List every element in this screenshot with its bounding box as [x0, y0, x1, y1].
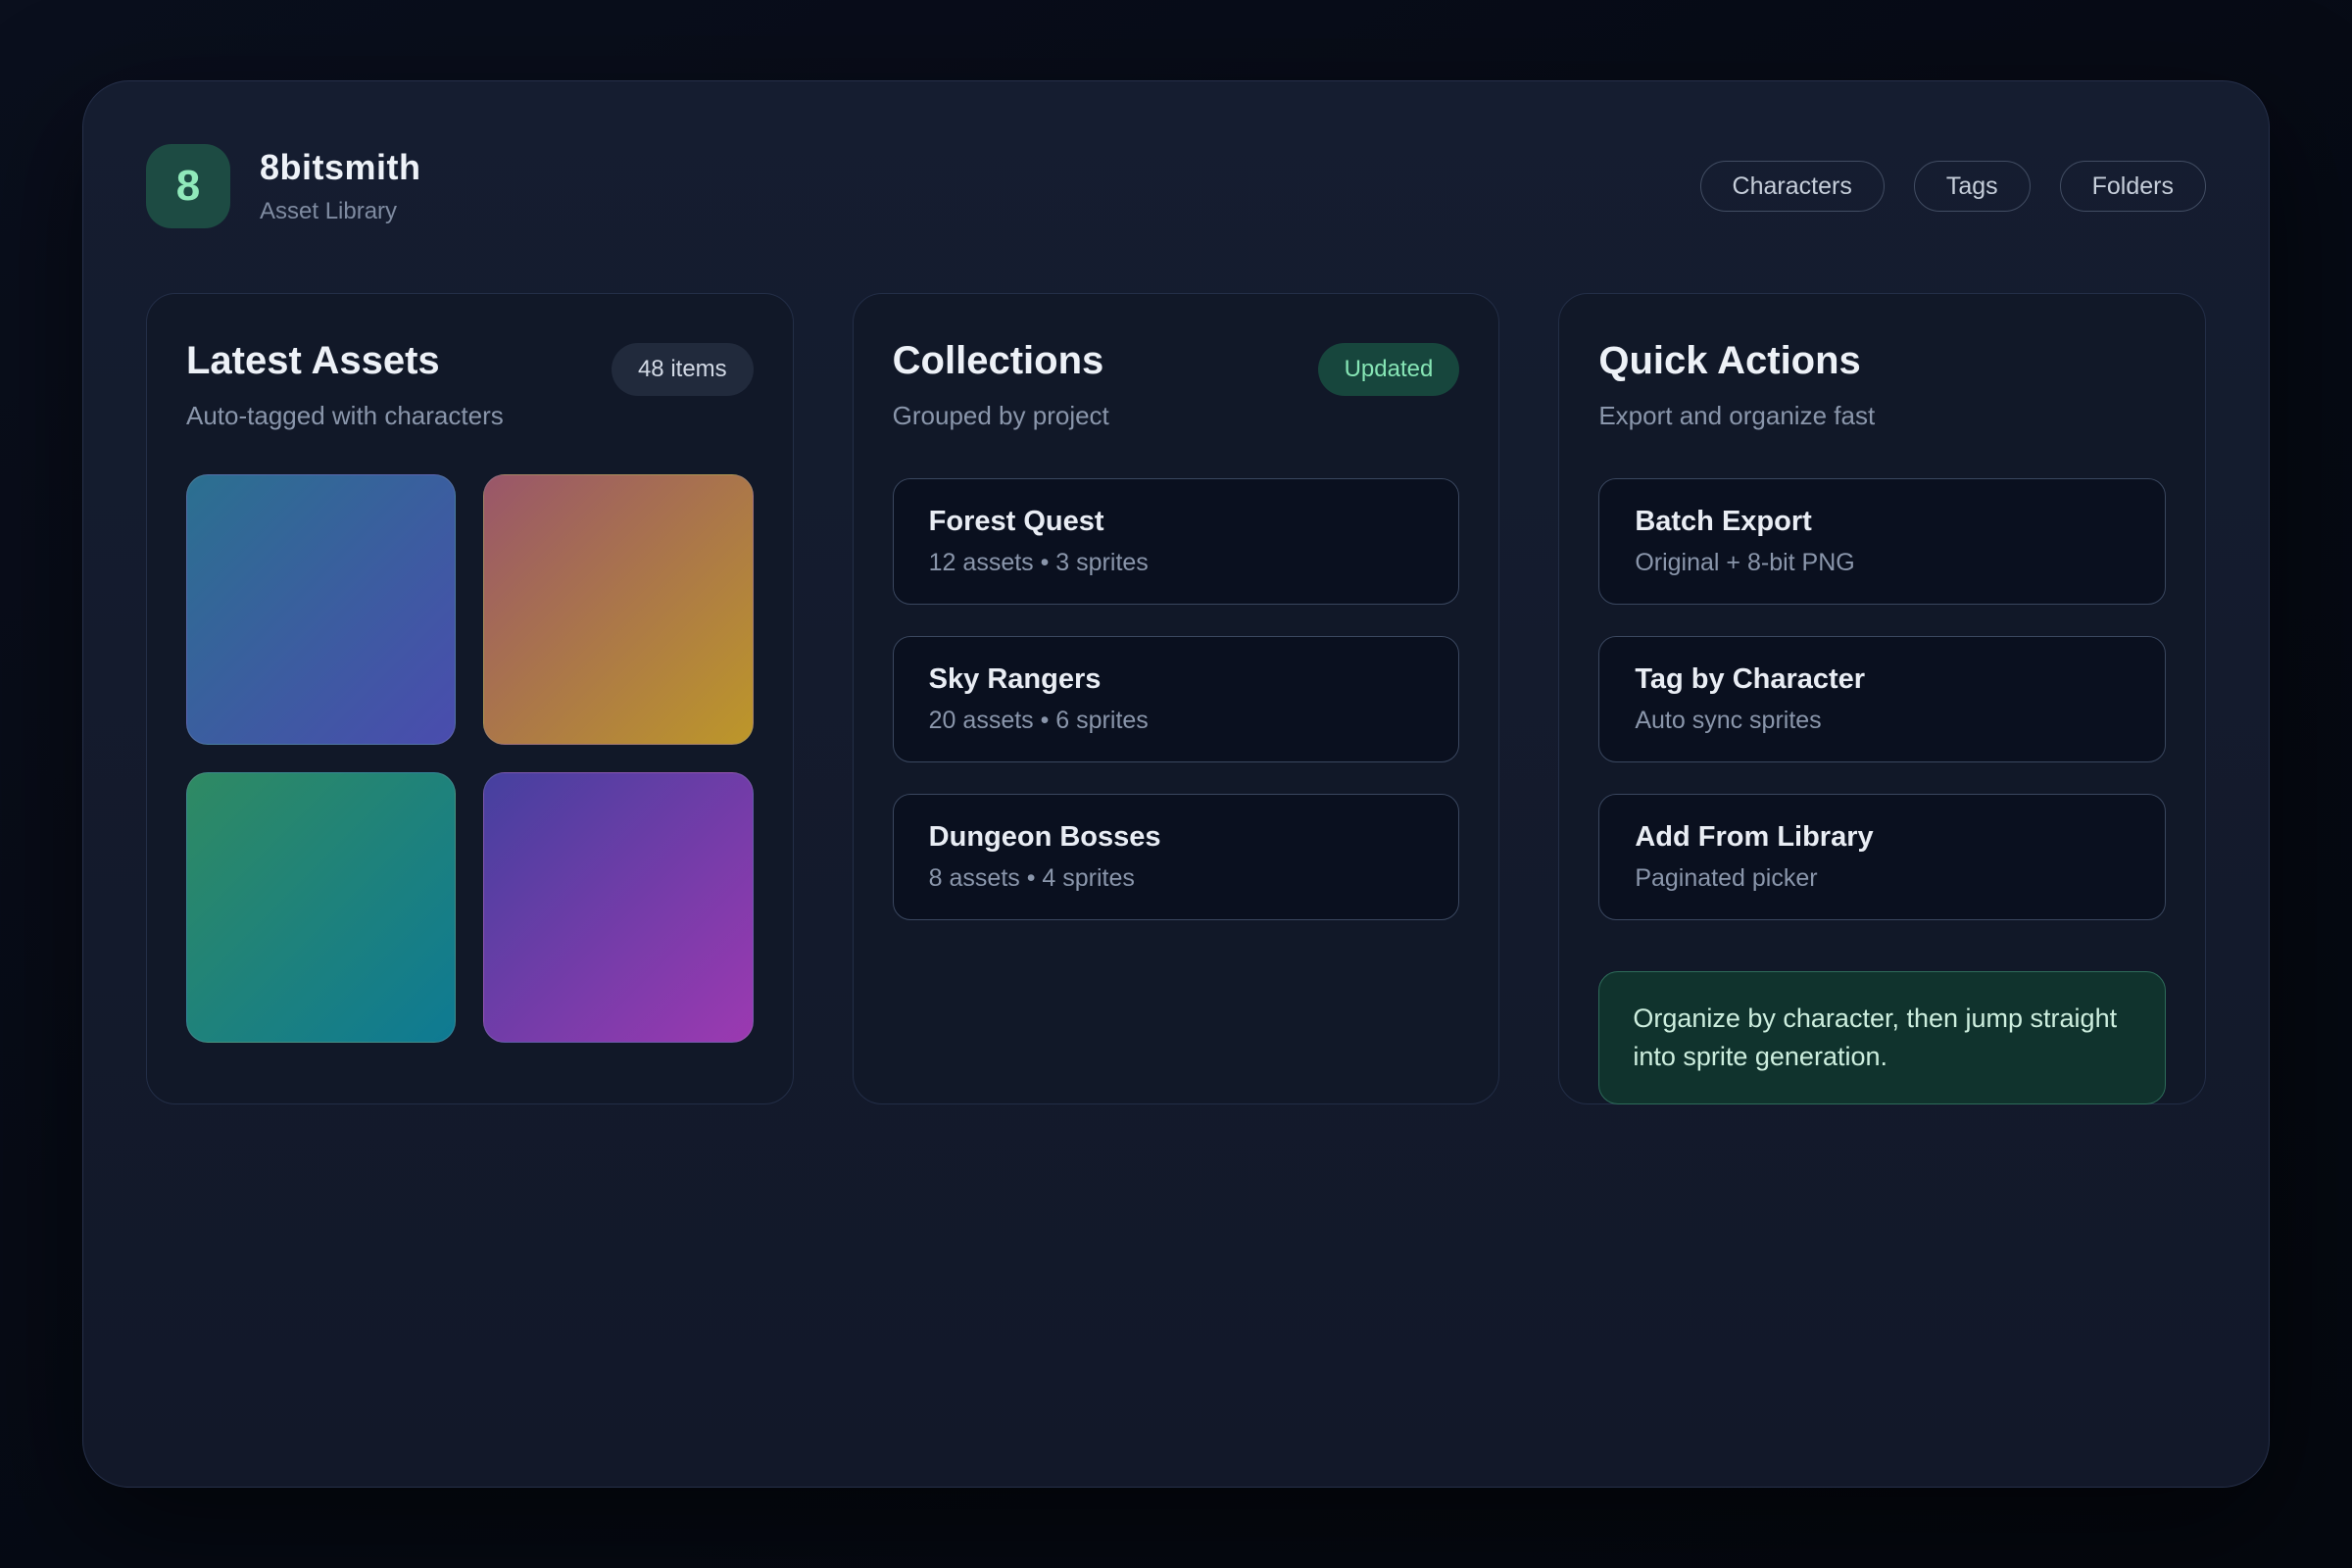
action-name: Batch Export — [1635, 506, 2130, 538]
updated-badge: Updated — [1318, 343, 1460, 396]
latest-assets-header: Latest Assets Auto-tagged with character… — [186, 339, 754, 431]
header-nav: Characters Tags Folders — [1700, 161, 2206, 212]
action-row-batch-export[interactable]: Batch Export Original + 8-bit PNG — [1598, 478, 2166, 605]
asset-tile-grid — [186, 474, 754, 1043]
action-meta: Auto sync sprites — [1635, 707, 2130, 735]
quick-actions-heading: Quick Actions Export and organize fast — [1598, 339, 1875, 431]
action-meta: Paginated picker — [1635, 864, 2130, 893]
action-meta: Original + 8-bit PNG — [1635, 549, 2130, 577]
nav-button-tags[interactable]: Tags — [1914, 161, 2031, 212]
collection-name: Forest Quest — [929, 506, 1424, 538]
app-window: 8 8bitsmith Asset Library Characters Tag… — [82, 80, 2270, 1488]
quick-actions-list: Batch Export Original + 8-bit PNG Tag by… — [1598, 478, 2166, 920]
collections-card: Collections Grouped by project Updated F… — [853, 293, 1500, 1104]
brand: 8 8bitsmith Asset Library — [146, 144, 421, 228]
nav-button-characters[interactable]: Characters — [1700, 161, 1885, 212]
collection-meta: 20 assets • 6 sprites — [929, 707, 1424, 735]
collections-header: Collections Grouped by project Updated — [893, 339, 1460, 431]
latest-assets-title: Latest Assets — [186, 339, 504, 383]
quick-actions-subtitle: Export and organize fast — [1598, 401, 1875, 431]
latest-assets-heading: Latest Assets Auto-tagged with character… — [186, 339, 504, 431]
asset-tile[interactable] — [483, 474, 753, 745]
action-name: Add From Library — [1635, 821, 2130, 854]
collection-row-dungeon-bosses[interactable]: Dungeon Bosses 8 assets • 4 sprites — [893, 794, 1460, 920]
asset-tile[interactable] — [186, 474, 456, 745]
brand-text: 8bitsmith Asset Library — [260, 147, 421, 225]
cards-row: Latest Assets Auto-tagged with character… — [146, 293, 2206, 1104]
quick-actions-title: Quick Actions — [1598, 339, 1875, 383]
nav-button-folders[interactable]: Folders — [2060, 161, 2206, 212]
collections-subtitle: Grouped by project — [893, 401, 1109, 431]
latest-assets-card: Latest Assets Auto-tagged with character… — [146, 293, 794, 1104]
quick-actions-header: Quick Actions Export and organize fast — [1598, 339, 2166, 431]
action-name: Tag by Character — [1635, 663, 2130, 696]
tip-note: Organize by character, then jump straigh… — [1598, 971, 2166, 1104]
action-row-tag-by-character[interactable]: Tag by Character Auto sync sprites — [1598, 636, 2166, 762]
header: 8 8bitsmith Asset Library Characters Tag… — [146, 144, 2206, 228]
collections-title: Collections — [893, 339, 1109, 383]
app-title: 8bitsmith — [260, 147, 421, 188]
action-row-add-from-library[interactable]: Add From Library Paginated picker — [1598, 794, 2166, 920]
asset-tile[interactable] — [186, 772, 456, 1043]
app-subtitle: Asset Library — [260, 198, 421, 225]
collection-meta: 12 assets • 3 sprites — [929, 549, 1424, 577]
latest-assets-subtitle: Auto-tagged with characters — [186, 401, 504, 431]
collection-row-forest-quest[interactable]: Forest Quest 12 assets • 3 sprites — [893, 478, 1460, 605]
asset-tile[interactable] — [483, 772, 753, 1043]
quick-actions-card: Quick Actions Export and organize fast B… — [1558, 293, 2206, 1104]
collections-list: Forest Quest 12 assets • 3 sprites Sky R… — [893, 478, 1460, 920]
collection-row-sky-rangers[interactable]: Sky Rangers 20 assets • 6 sprites — [893, 636, 1460, 762]
app-logo-icon: 8 — [146, 144, 230, 228]
items-count-badge: 48 items — [612, 343, 754, 396]
collection-name: Dungeon Bosses — [929, 821, 1424, 854]
collection-name: Sky Rangers — [929, 663, 1424, 696]
collections-heading: Collections Grouped by project — [893, 339, 1109, 431]
collection-meta: 8 assets • 4 sprites — [929, 864, 1424, 893]
